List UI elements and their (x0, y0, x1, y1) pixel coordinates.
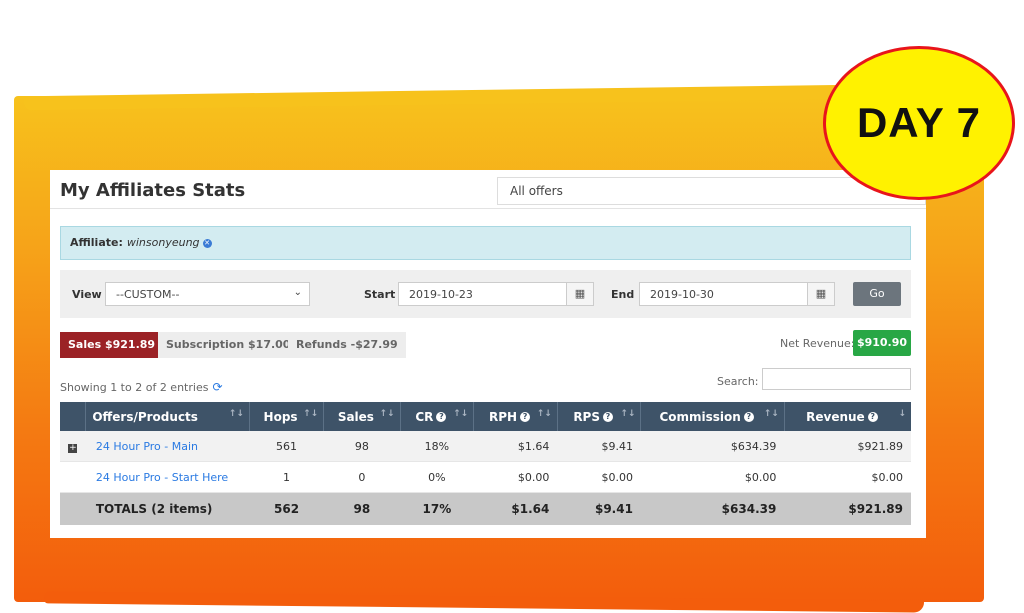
help-icon[interactable]: ? (743, 412, 754, 422)
totals-sales: 98 (323, 492, 401, 525)
column-header-rph[interactable]: RPH? ↑↓ (473, 402, 558, 431)
totals-hops: 562 (249, 492, 324, 525)
start-date-input[interactable]: 2019-10-23 ▦ (398, 282, 594, 306)
expand-column-header (60, 402, 87, 431)
rph-cell: $1.64 (473, 431, 558, 462)
totals-revenue: $921.89 (784, 492, 911, 525)
column-header-commission[interactable]: Commission? ↑↓ (640, 402, 785, 431)
table-row: + 24 Hour Pro - Main 561 98 18% $1.64 $9… (60, 431, 911, 462)
hops-cell: 561 (249, 431, 324, 462)
totals-rph: $1.64 (473, 492, 558, 525)
column-header-hops[interactable]: Hops ↑↓ (249, 402, 325, 431)
commission-cell: $634.39 (640, 431, 785, 462)
expand-cell (60, 461, 86, 493)
rps-cell: $9.41 (557, 431, 641, 462)
end-date-input[interactable]: 2019-10-30 ▦ (639, 282, 835, 306)
calendar-icon[interactable]: ▦ (566, 283, 593, 305)
day-badge: DAY 7 (823, 46, 1015, 200)
rph-cell: $0.00 (473, 461, 558, 493)
totals-commission: $634.39 (640, 492, 785, 525)
totals-label: TOTALS (2 items) (85, 492, 250, 525)
commission-cell: $0.00 (640, 461, 785, 493)
table-row: 24 Hour Pro - Start Here 1 0 0% $0.00 $0… (60, 461, 911, 493)
revenue-cell: $0.00 (784, 461, 911, 493)
column-header-offers[interactable]: Offers/Products ↑↓ (85, 402, 250, 431)
cr-cell: 0% (400, 461, 474, 493)
entries-text: Showing 1 to 2 of 2 entries (60, 381, 209, 394)
entries-info: Showing 1 to 2 of 2 entries ⟳ (60, 380, 223, 394)
totals-rps: $9.41 (557, 492, 641, 525)
sales-cell: 98 (323, 431, 401, 462)
filter-row: View --CUSTOM-- ⌄ Start 2019-10-23 ▦ End… (60, 270, 911, 318)
column-header-revenue[interactable]: Revenue? ↓ (784, 402, 911, 431)
sort-icon: ↑↓ (536, 409, 552, 419)
stats-panel: My Affiliates Stats All offers Affiliate… (50, 170, 926, 538)
search-label: Search: (717, 375, 759, 388)
help-icon[interactable]: ? (867, 412, 878, 422)
day-badge-text: DAY 7 (856, 99, 982, 146)
end-date-value: 2019-10-30 (650, 288, 714, 301)
search-input[interactable] (762, 368, 911, 390)
totals-spacer (60, 492, 86, 525)
offer-link[interactable]: 24 Hour Pro - Main (85, 431, 250, 462)
title-bar: My Affiliates Stats All offers (50, 170, 926, 209)
sort-icon: ↑↓ (453, 409, 469, 419)
tab-sales[interactable]: Sales $921.89 (60, 332, 158, 358)
offer-link[interactable]: 24 Hour Pro - Start Here (85, 461, 250, 493)
refresh-icon[interactable]: ⟳ (212, 380, 222, 394)
revenue-cell: $921.89 (784, 431, 911, 462)
expand-plus-icon[interactable]: + (68, 443, 78, 453)
column-header-sales[interactable]: Sales ↑↓ (323, 402, 401, 431)
stats-table: Offers/Products ↑↓ Hops ↑↓ Sales ↑↓ CR? ↑↓ R… (60, 402, 911, 525)
view-select-value: --CUSTOM-- (116, 288, 180, 301)
calendar-icon[interactable]: ▦ (807, 283, 834, 305)
affiliate-name: winsonyeung (126, 236, 200, 249)
sort-icon: ↑↓ (763, 409, 779, 419)
column-header-cr[interactable]: CR? ↑↓ (400, 402, 475, 431)
end-label: End (611, 288, 635, 301)
help-icon[interactable]: ? (603, 412, 613, 422)
sales-cell: 0 (323, 461, 401, 493)
help-icon[interactable]: ? (520, 412, 531, 422)
sort-icon: ↑↓ (303, 409, 319, 419)
frame-edge-bottom (43, 591, 925, 613)
tab-refunds[interactable]: Refunds -$27.99 (288, 332, 406, 358)
start-date-value: 2019-10-23 (409, 288, 473, 301)
view-select[interactable]: --CUSTOM-- ⌄ (105, 282, 310, 306)
start-label: Start (364, 288, 396, 301)
sort-icon: ↑↓ (379, 409, 395, 419)
net-revenue-badge: $910.90 (853, 330, 911, 356)
net-revenue-label: Net Revenue: (780, 337, 855, 350)
close-circle-icon[interactable]: ✕ (202, 238, 212, 248)
column-header-rps[interactable]: RPS? ↑↓ (557, 402, 642, 431)
frame-edge-top (23, 83, 925, 111)
affiliate-bar: Affiliate: winsonyeung ✕ (60, 226, 911, 260)
go-button[interactable]: Go (853, 282, 901, 306)
hops-cell: 1 (249, 461, 324, 493)
cr-cell: 18% (400, 431, 474, 462)
tab-subscription[interactable]: Subscription $17.00 (158, 332, 290, 358)
affiliate-label: Affiliate: (70, 236, 123, 249)
help-icon[interactable]: ? (436, 412, 447, 422)
chevron-down-icon: ⌄ (293, 287, 302, 298)
sort-icon: ↑↓ (620, 409, 636, 419)
rps-cell: $0.00 (557, 461, 641, 493)
sort-icon: ↓ (898, 409, 906, 419)
table-header-row: Offers/Products ↑↓ Hops ↑↓ Sales ↑↓ CR? ↑↓ R… (60, 402, 911, 431)
view-label: View (72, 288, 102, 301)
sort-icon: ↑↓ (228, 409, 244, 419)
totals-cr: 17% (400, 492, 474, 525)
expand-cell: + (60, 431, 86, 462)
page-title: My Affiliates Stats (60, 180, 246, 201)
totals-row: TOTALS (2 items) 562 98 17% $1.64 $9.41 … (60, 492, 911, 525)
